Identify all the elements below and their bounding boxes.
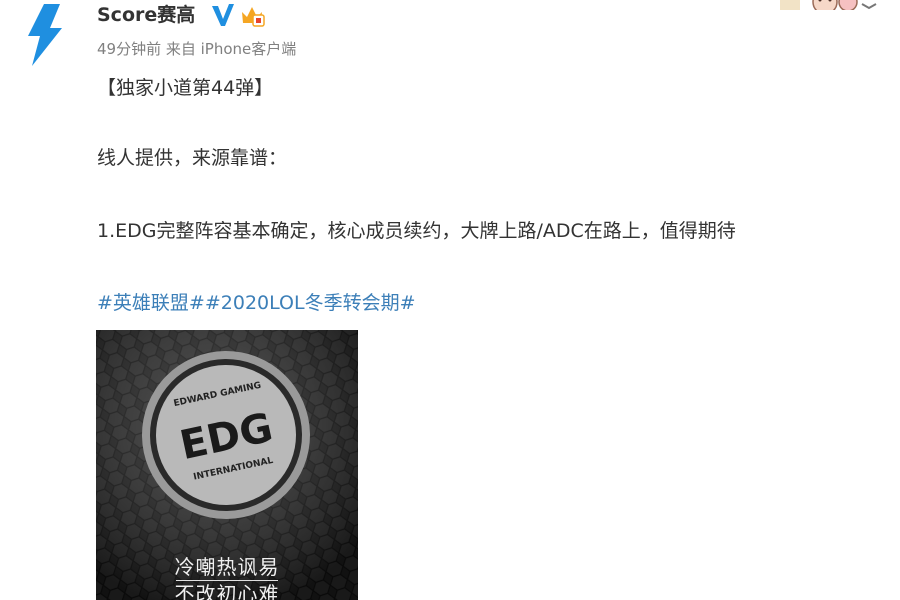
hashtag-link[interactable]: #2020LOL冬季转会期# xyxy=(205,292,416,314)
image-caption-line1: 冷嘲热讽易 xyxy=(174,555,280,579)
hashtag-row: #英雄联盟##2020LOL冬季转会期# xyxy=(97,290,416,316)
lightning-bolt-icon xyxy=(28,4,62,66)
decoration-card-icon xyxy=(770,0,890,15)
vip-crown-icon[interactable] xyxy=(240,4,266,28)
image-caption-line2: 不改初心难 xyxy=(174,582,280,600)
hashtag-link[interactable]: #英雄联盟# xyxy=(97,292,205,314)
avatar[interactable] xyxy=(14,2,74,68)
author-name[interactable]: Score赛高 xyxy=(97,2,195,28)
post-item-line: 1.EDG完整阵容基本确定，核心成员续约，大牌上路/ADC在路上，值得期待 xyxy=(97,220,736,242)
post-image[interactable]: EDWARD GAMING EDG INTERNATIONAL 冷嘲热讽易 不改… xyxy=(96,330,358,600)
post-meta[interactable]: 49分钟前 来自 iPhone客户端 xyxy=(97,39,296,59)
verified-v-icon xyxy=(210,2,236,28)
post-intro-line: 线人提供，来源靠谱： xyxy=(97,147,288,169)
post-title-line: 【独家小道第44弹】 xyxy=(97,77,274,99)
